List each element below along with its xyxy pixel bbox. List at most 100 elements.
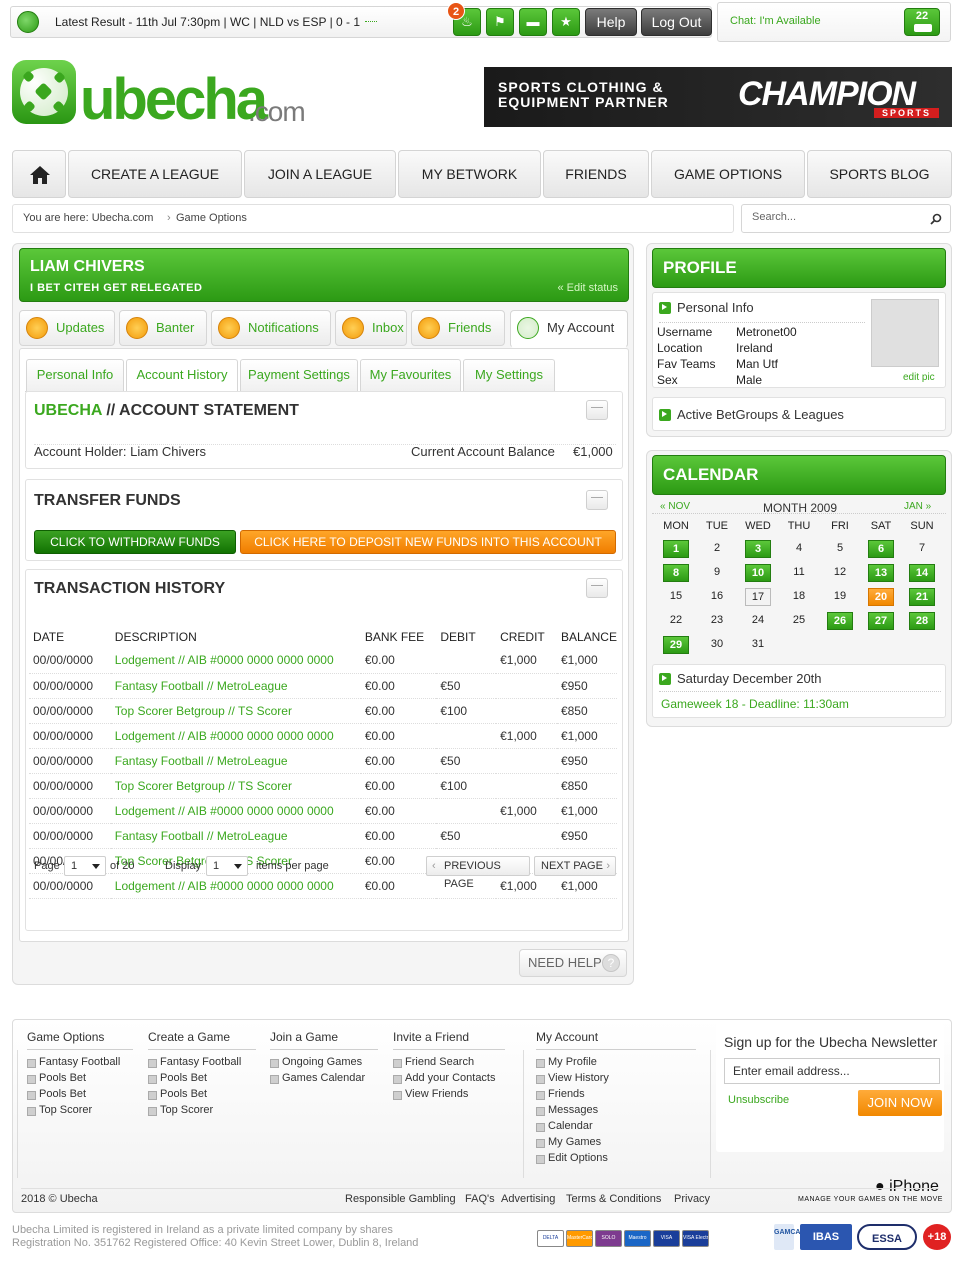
newsletter-email-input[interactable]: Enter email address... <box>724 1058 940 1084</box>
nav-friends[interactable]: FRIENDS <box>543 150 649 198</box>
calendar-day[interactable]: 31 <box>745 636 771 654</box>
edit-pic-link[interactable]: edit pic <box>903 372 935 383</box>
calendar-day[interactable]: 20 <box>868 588 894 606</box>
sponsor-banner[interactable]: SPORTS CLOTHING & EQUIPMENT PARTNER CHAMP… <box>484 67 952 127</box>
footer-link[interactable]: Friends <box>536 1088 609 1104</box>
transaction-description[interactable]: Lodgement // AIB #0000 0000 0000 0000 <box>110 648 361 674</box>
calendar-day[interactable]: 11 <box>786 564 812 582</box>
breadcrumb-home[interactable]: You are here: Ubecha.com <box>23 212 153 224</box>
subtab-my-settings[interactable]: My Settings <box>463 359 555 391</box>
betgroups-link[interactable]: Active BetGroups & Leagues <box>677 407 844 422</box>
calendar-day[interactable]: 5 <box>827 540 853 558</box>
transaction-description[interactable]: Fantasy Football // MetroLeague <box>110 673 361 699</box>
chat-status[interactable]: Chat: I'm Available <box>730 15 821 27</box>
calendar-day[interactable]: 3 <box>745 540 771 558</box>
tab-my-account[interactable]: My Account <box>510 310 628 348</box>
calendar-day[interactable]: 25 <box>786 612 812 630</box>
transaction-description[interactable]: Top Scorer Betgroup // TS Scorer <box>110 773 361 799</box>
betgroups-box[interactable]: Active BetGroups & Leagues <box>652 397 946 431</box>
calendar-day[interactable]: 22 <box>663 612 689 630</box>
speech-bubble-icon[interactable]: ▬ <box>519 8 547 36</box>
chat-box[interactable]: Chat: I'm Available 22 <box>717 2 951 42</box>
minimize-icon[interactable] <box>586 578 608 598</box>
calendar-day[interactable]: 10 <box>745 564 771 582</box>
transaction-description[interactable]: Lodgement // AIB #0000 0000 0000 0000 <box>110 873 361 899</box>
calendar-day[interactable]: 18 <box>786 588 812 606</box>
nav-join-league[interactable]: JOIN A LEAGUE <box>244 150 396 198</box>
footer-link[interactable]: My Games <box>536 1136 609 1152</box>
nav-create-league[interactable]: CREATE A LEAGUE <box>68 150 242 198</box>
footer-link[interactable]: Pools Bet <box>27 1088 120 1104</box>
transaction-description[interactable]: Lodgement // AIB #0000 0000 0000 0000 <box>110 798 361 824</box>
footer-link[interactable]: Ongoing Games <box>270 1056 365 1072</box>
footer-link[interactable]: View History <box>536 1072 609 1088</box>
footer-link[interactable]: My Profile <box>536 1056 609 1072</box>
calendar-day[interactable]: 29 <box>663 636 689 654</box>
footer-link[interactable]: Top Scorer <box>148 1104 241 1120</box>
event-text[interactable]: Gameweek 18 - Deadline: 11:30am <box>661 697 849 711</box>
footer-link[interactable]: Games Calendar <box>270 1072 365 1088</box>
footer-link[interactable]: Friend Search <box>393 1056 496 1072</box>
footer-link[interactable]: Pools Bet <box>148 1072 241 1088</box>
tab-inbox[interactable]: Inbox <box>335 310 407 346</box>
minimize-icon[interactable] <box>586 400 608 420</box>
withdraw-button[interactable]: CLICK TO WITHDRAW FUNDS <box>34 530 236 554</box>
search-input[interactable]: Search... <box>741 204 951 233</box>
calendar-day[interactable]: 1 <box>663 540 689 558</box>
calendar-day[interactable]: 12 <box>827 564 853 582</box>
calendar-day[interactable]: 16 <box>704 588 730 606</box>
tab-updates[interactable]: Updates <box>19 310 115 346</box>
calendar-day[interactable]: 7 <box>909 540 935 558</box>
footer-link-faq[interactable]: FAQ's <box>465 1193 495 1205</box>
nav-home[interactable] <box>12 150 66 198</box>
footer-link[interactable]: Pools Bet <box>148 1088 241 1104</box>
avatar[interactable] <box>871 299 939 367</box>
nav-sports-blog[interactable]: SPORTS BLOG <box>807 150 952 198</box>
join-now-button[interactable]: JOIN NOW <box>858 1090 942 1116</box>
footer-link[interactable]: Calendar <box>536 1120 609 1136</box>
search-icon[interactable] <box>930 213 942 225</box>
page-select[interactable]: 1 <box>64 856 106 876</box>
footer-link[interactable]: View Friends <box>393 1088 496 1104</box>
footer-link[interactable]: Add your Contacts <box>393 1072 496 1088</box>
need-help-button[interactable]: NEED HELP? <box>519 949 627 977</box>
subtab-personal-info[interactable]: Personal Info <box>26 359 124 391</box>
footer-link[interactable]: Edit Options <box>536 1152 609 1168</box>
logo-ball-icon[interactable] <box>12 60 76 124</box>
calendar-day[interactable]: 28 <box>909 612 935 630</box>
next-page-button[interactable]: NEXT PAGE › <box>534 856 616 876</box>
tab-notifications[interactable]: Notifications <box>211 310 331 346</box>
subtab-my-favourites[interactable]: My Favourites <box>360 359 461 391</box>
latest-result[interactable]: Latest Result - 11th Jul 7:30pm | WC | N… <box>55 15 360 29</box>
display-select[interactable]: 1 <box>206 856 248 876</box>
calendar-day[interactable]: 15 <box>663 588 689 606</box>
logo-text[interactable]: ubecha <box>80 70 268 130</box>
logout-button[interactable]: Log Out <box>641 8 712 36</box>
footer-link[interactable]: Fantasy Football <box>27 1056 120 1072</box>
calendar-day[interactable]: 19 <box>827 588 853 606</box>
deposit-button[interactable]: CLICK HERE TO DEPOSIT NEW FUNDS INTO THI… <box>240 530 616 554</box>
star-icon[interactable]: ★ <box>552 8 580 36</box>
calendar-day[interactable]: 30 <box>704 636 730 654</box>
transaction-description[interactable]: Top Scorer Betgroup // TS Scorer <box>110 698 361 724</box>
minimize-icon[interactable] <box>586 490 608 510</box>
calendar-day[interactable]: 8 <box>663 564 689 582</box>
tab-friends[interactable]: Friends <box>411 310 505 346</box>
subtab-payment-settings[interactable]: Payment Settings <box>240 359 358 391</box>
calendar-day[interactable]: 24 <box>745 612 771 630</box>
transaction-description[interactable]: Lodgement // AIB #0000 0000 0000 0000 <box>110 723 361 749</box>
edit-status-link[interactable]: Edit status <box>567 282 618 294</box>
footer-link-privacy[interactable]: Privacy <box>674 1193 710 1205</box>
footer-link-advertising[interactable]: Advertising <box>501 1193 555 1205</box>
chat-count-badge[interactable]: 22 <box>904 8 940 36</box>
footer-link[interactable]: Top Scorer <box>27 1104 120 1120</box>
footer-link-terms[interactable]: Terms & Conditions <box>566 1193 661 1205</box>
tab-banter[interactable]: Banter <box>119 310 207 346</box>
calendar-day[interactable]: 14 <box>909 564 935 582</box>
calendar-day[interactable]: 26 <box>827 612 853 630</box>
subtab-account-history[interactable]: Account History <box>126 359 238 392</box>
transaction-description[interactable]: Fantasy Football // MetroLeague <box>110 823 361 849</box>
calendar-day[interactable]: 23 <box>704 612 730 630</box>
calendar-day[interactable]: 4 <box>786 540 812 558</box>
footer-link-gambling[interactable]: Responsible Gambling <box>345 1193 456 1205</box>
